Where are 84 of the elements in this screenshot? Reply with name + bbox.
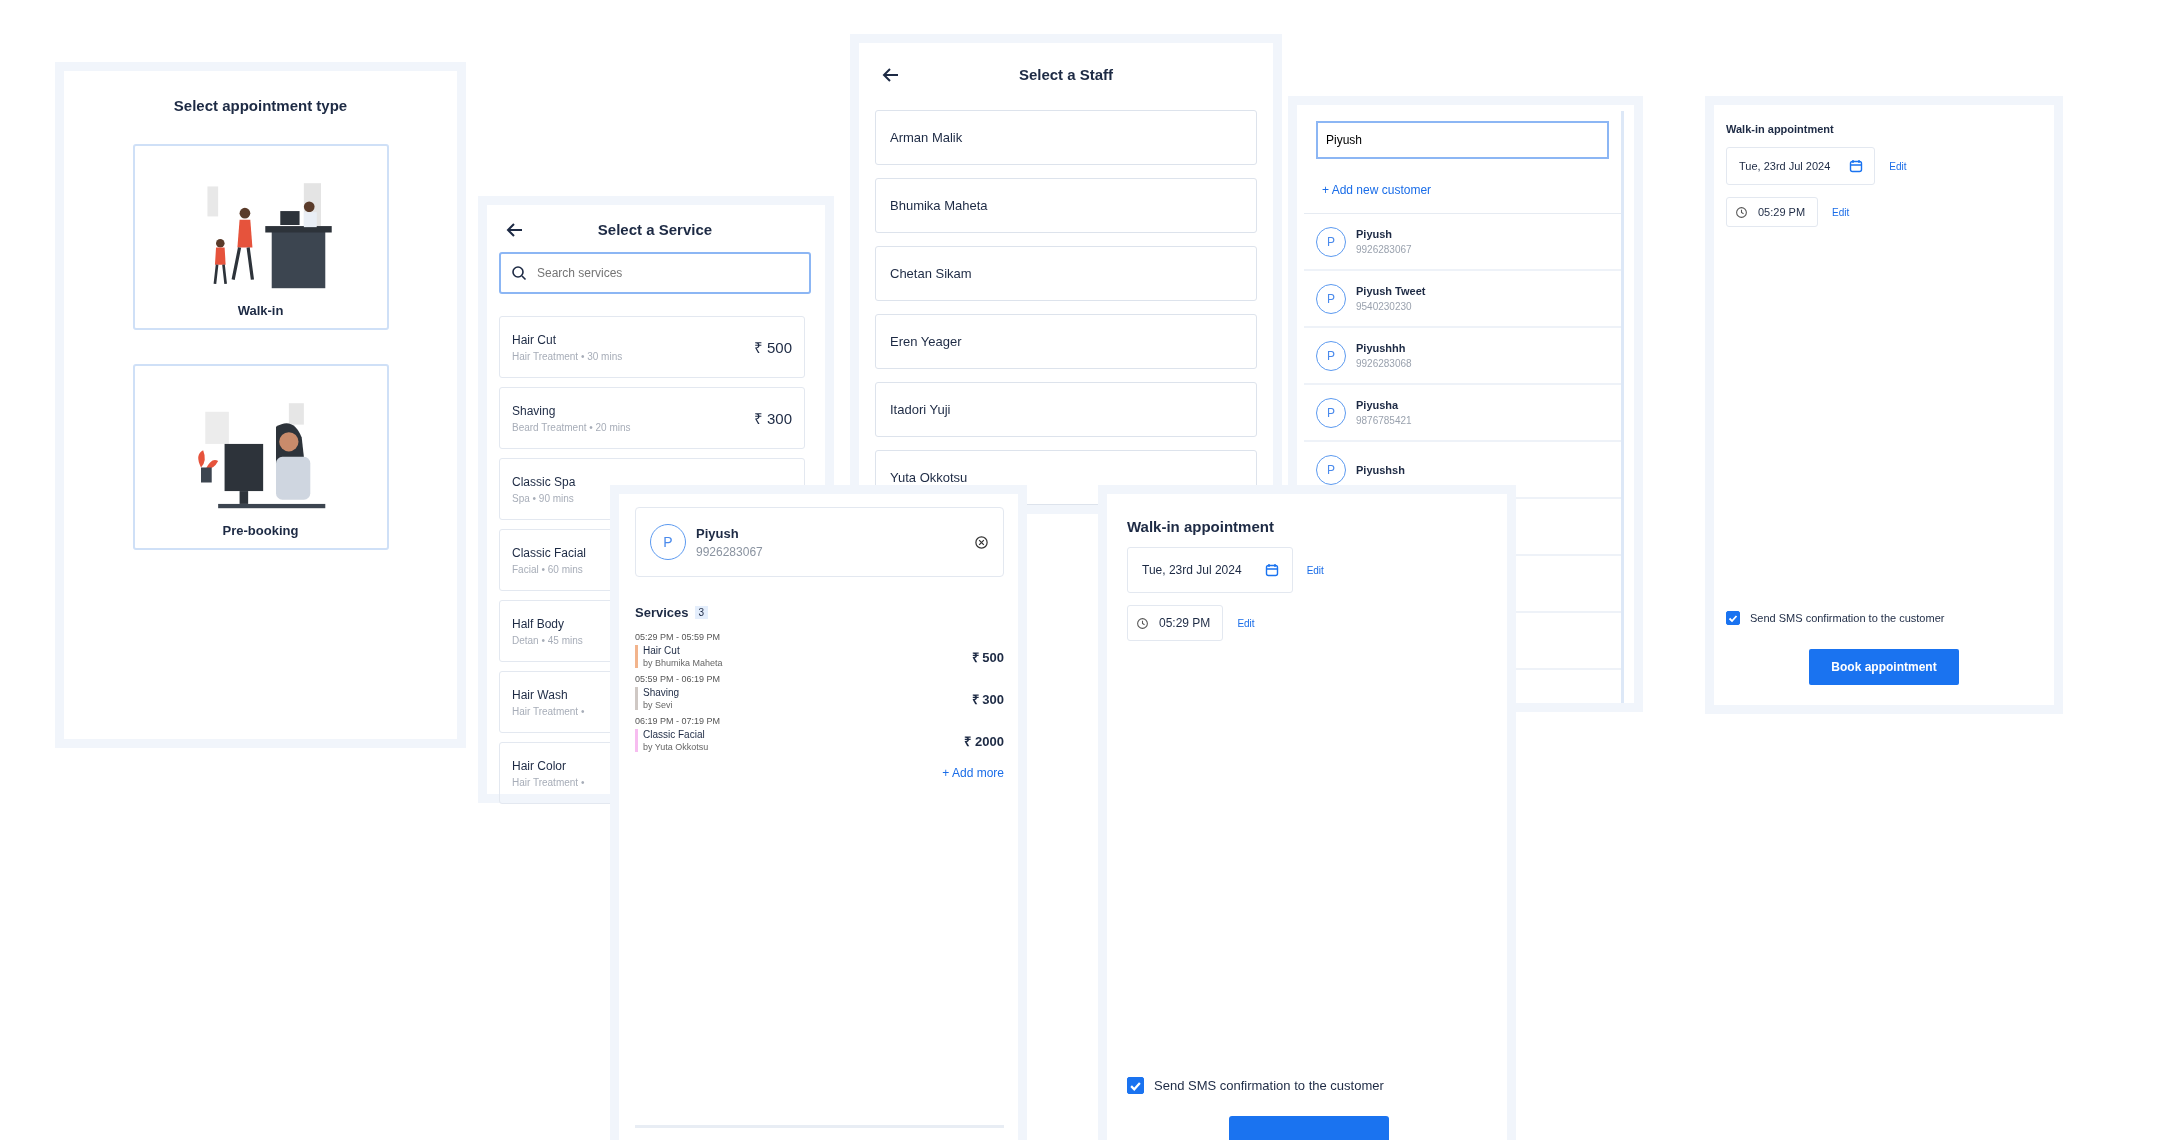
search-field[interactable]: Search services [499,252,811,294]
edit-link[interactable]: Edit [1306,564,1324,576]
add-customer-link[interactable]: + Add new customer [1304,171,1621,214]
customer-name: Piyushhh [1356,342,1407,354]
service-detail: Hair Treatment • [512,705,585,717]
service-time: 06:19 PM - 07:19 PM [635,716,722,726]
customer-name: Piyush [1356,228,1394,240]
customer-name: Piyush Tweet [1356,285,1426,297]
edit-link[interactable]: Edit [1832,206,1850,218]
staff-item[interactable]: Chetan Sikam [875,246,1257,301]
panel-title: Select appointment type [173,97,348,114]
count-badge: 3 [694,606,709,619]
service-price: ₹ 300 [971,690,1004,708]
services-heading: Services [635,605,689,620]
customer-phone: 9540230230 [1356,301,1413,312]
staff-name: by Sevi [643,700,674,710]
sms-label: Send SMS confirmation to the customer [1750,612,1945,624]
service-price: ₹ 300 [753,409,792,428]
service-item[interactable]: Shaving Beard Treatment • 20 mins ₹ 300 [499,387,805,449]
panel-title: Select a Staff [1018,66,1114,83]
customer-item[interactable]: P Piyush 9926283067 [1304,214,1621,271]
staff-name: by Yuta Okkotsu [643,742,710,752]
clear-icon[interactable] [974,534,989,550]
service-name: Hair Cut [643,645,681,656]
service-item[interactable]: Hair Cut Hair Treatment • 30 mins ₹ 500 [499,316,805,378]
time-field[interactable]: 05:29 PM [1726,197,1819,227]
customer-name: Piyusha [1356,399,1400,411]
customer-name: Piyushsh [1356,463,1405,476]
customer-phone: 9926283067 [1356,244,1412,255]
service-detail: Beard Treatment • 20 mins [512,421,631,433]
book-appointment-button[interactable]: Book appointment [1809,649,1959,685]
staff-item[interactable]: Arman Malik [875,110,1257,165]
service-name: Shaving [643,687,681,698]
service-detail: Spa • 90 mins [512,492,575,504]
booking-title: Walk-in appointment [1726,123,1835,135]
service-detail: Hair Treatment • [512,776,585,788]
staff-item[interactable]: Bhumika Maheta [875,178,1257,233]
service-name: Classic Facial [512,545,586,560]
option-label: Walk-in [237,303,284,318]
customer-item[interactable]: P Piyushhh 9926283068 [1304,328,1621,385]
service-time: 05:29 PM - 05:59 PM [635,632,722,642]
date-field[interactable]: Tue, 23rd Jul 2024 [1726,147,1876,185]
panel-title: Select a Service [597,221,713,238]
service-name: Shaving [512,403,557,418]
clock-icon [1735,205,1748,219]
add-more-link[interactable]: + Add more [942,766,1004,780]
service-price: ₹ 500 [753,338,792,357]
service-name: Hair Wash [512,687,569,702]
customer-item[interactable]: P Piyush Tweet 9540230230 [1304,271,1621,328]
service-detail: Facial • 60 mins [512,563,584,575]
sms-checkbox[interactable] [1127,1077,1144,1094]
date-field[interactable]: Tue, 23rd Jul 2024 [1127,547,1293,593]
customer-item[interactable]: P Piyusha 9876785421 [1304,385,1621,442]
edit-link[interactable]: Edit [1237,617,1255,629]
staff-item[interactable]: Eren Yeager [875,314,1257,369]
service-name: Half Body [512,616,566,631]
service-name: Hair Cut [512,332,557,347]
clock-icon [1136,616,1149,630]
edit-link[interactable]: Edit [1889,160,1907,172]
customer-search-field[interactable]: Piyush [1316,121,1609,159]
customer-phone: 9926283067 [696,544,764,559]
customer-name: Piyush [696,525,740,541]
calendar-icon [1848,158,1865,174]
service-name: Classic Facial [643,729,706,740]
staff-item[interactable]: Itadori Yuji [875,382,1257,437]
sms-label: Send SMS confirmation to the customer [1154,1078,1384,1093]
service-name: Classic Spa [512,474,576,489]
appointment-type-card[interactable]: Walk-in [132,144,389,330]
customer-phone: 9926283068 [1356,358,1412,369]
appointment-type-card[interactable]: Pre-booking [132,364,389,550]
service-detail: Detan • 45 mins [512,634,583,646]
customer-phone: 9876785421 [1356,415,1412,426]
service-name: Hair Color [512,758,567,773]
time-field[interactable]: 05:29 PM [1127,605,1224,641]
service-price: ₹ 2000 [964,732,1004,750]
service-time: 05:59 PM - 06:19 PM [635,674,722,684]
booking-title: Walk-in appointment [1127,518,1275,535]
service-detail: Hair Treatment • 30 mins [512,350,623,362]
customer-card[interactable]: P Piyush 9926283067 [635,507,1004,577]
option-label: Pre-booking [222,523,299,538]
staff-name: by Bhumika Maheta [643,658,724,668]
sms-checkbox[interactable] [1726,611,1740,625]
service-price: ₹ 500 [971,648,1004,666]
calendar-icon [1263,562,1280,578]
